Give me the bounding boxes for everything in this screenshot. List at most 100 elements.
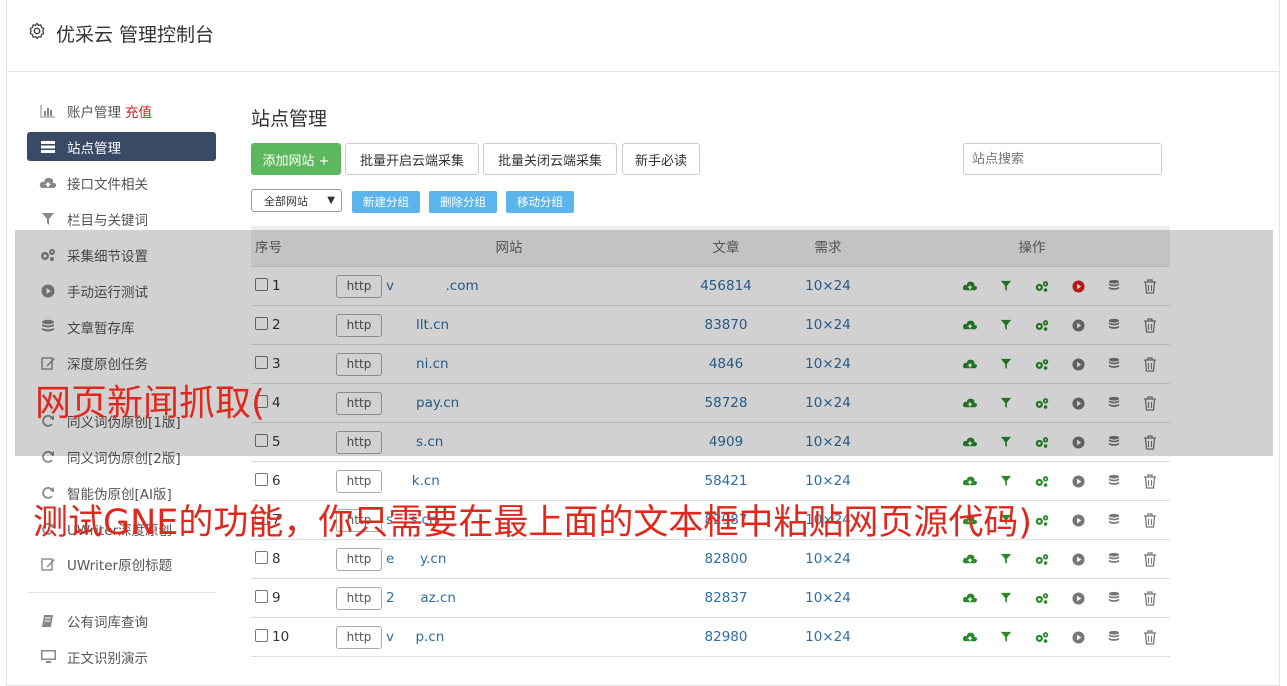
- database-icon[interactable]: [1096, 627, 1132, 647]
- batch-close-cloud-button[interactable]: 批量关闭云端采集: [483, 143, 617, 175]
- gear-icon: [29, 22, 45, 40]
- row-checkbox[interactable]: [255, 473, 268, 486]
- cloud-upload-icon[interactable]: [952, 471, 988, 491]
- sidebar-item-sites[interactable]: 站点管理: [27, 132, 216, 161]
- cloud-upload-icon[interactable]: [952, 549, 988, 569]
- row-actions: [894, 617, 1170, 657]
- row-checkbox[interactable]: [255, 590, 268, 603]
- sidebar-item-label: 站点管理: [67, 140, 121, 157]
- trash-icon[interactable]: [1132, 627, 1168, 647]
- filter-icon[interactable]: [988, 588, 1024, 608]
- caption-line-2: 测试GNE的功能，你只需要在最上面的文本框中粘贴网页源代码): [33, 503, 1033, 543]
- demand-value[interactable]: 10×24: [762, 578, 894, 618]
- sidebar-item-interface-files[interactable]: 接口文件相关: [27, 168, 216, 197]
- article-count[interactable]: 82800: [690, 539, 762, 579]
- sidebar-item-label: 接口文件相关: [67, 176, 148, 193]
- row-no: 10: [272, 629, 290, 645]
- trash-icon[interactable]: [1132, 471, 1168, 491]
- chevron-down-icon: ▼: [327, 195, 335, 206]
- protocol-badge[interactable]: http: [336, 625, 382, 649]
- cloud-upload-icon: [37, 176, 59, 190]
- table-row: 10 http v p.cn 82980 10×24: [251, 617, 1170, 657]
- batch-open-cloud-button[interactable]: 批量开启云端采集: [345, 143, 479, 175]
- new-group-button[interactable]: 新建分组: [352, 191, 420, 213]
- move-group-button[interactable]: 移动分组: [506, 191, 574, 213]
- sidebar-item-label: 栏目与关键词: [67, 212, 148, 229]
- cogs-icon[interactable]: [1024, 627, 1060, 647]
- site-url-link[interactable]: k.cn: [386, 473, 440, 489]
- protocol-badge[interactable]: http: [336, 547, 382, 571]
- demand-value[interactable]: 10×24: [762, 617, 894, 657]
- database-icon[interactable]: [1096, 471, 1132, 491]
- article-count[interactable]: 82980: [690, 617, 762, 657]
- sidebar-item-label: 公有词库查询: [67, 614, 148, 631]
- filter-icon[interactable]: [988, 549, 1024, 569]
- play-circle-icon[interactable]: [1060, 627, 1096, 647]
- cloud-upload-icon[interactable]: [952, 588, 988, 608]
- database-icon[interactable]: [1096, 549, 1132, 569]
- book-icon: [37, 614, 59, 628]
- site-url-link[interactable]: 2 az.cn: [386, 590, 456, 606]
- database-icon[interactable]: [1096, 510, 1132, 530]
- article-count[interactable]: 82837: [690, 578, 762, 618]
- cloud-upload-icon[interactable]: [952, 627, 988, 647]
- sidebar-item-public-lexicon[interactable]: 公有词库查询: [27, 606, 216, 635]
- sidebar-item-account[interactable]: 账户管理 充值: [27, 96, 216, 125]
- demand-value[interactable]: 10×24: [762, 539, 894, 579]
- group-select-value: 全部网站: [264, 194, 308, 208]
- edit-icon: [37, 557, 59, 571]
- cogs-icon[interactable]: [1024, 471, 1060, 491]
- caption-line-1: 网页新闻抓取(: [35, 383, 266, 424]
- row-site-cell: http e y.cn: [328, 539, 690, 579]
- sidebar-divider: [27, 592, 216, 593]
- row-site-cell: http 2 az.cn: [328, 578, 690, 618]
- site-search-input[interactable]: [963, 143, 1162, 175]
- sidebar-item-label: UWriter原创标题: [67, 557, 173, 574]
- app-title: 优采云 管理控制台: [56, 24, 215, 46]
- recharge-link[interactable]: 充值: [125, 101, 152, 121]
- row-no: 6: [272, 473, 281, 489]
- row-no-cell: 9: [251, 578, 328, 618]
- sidebar-item-label: 正文识别演示: [67, 650, 148, 667]
- sidebar-item-columns-keywords[interactable]: 栏目与关键词: [27, 204, 216, 233]
- monitor-icon: [37, 649, 59, 664]
- site-url-link[interactable]: e y.cn: [386, 551, 446, 567]
- filter-icon: [37, 212, 59, 226]
- protocol-badge[interactable]: http: [336, 586, 382, 610]
- row-checkbox[interactable]: [255, 551, 268, 564]
- sidebar-item-text-recognition[interactable]: 正文识别演示: [27, 642, 216, 671]
- play-circle-icon[interactable]: [1060, 588, 1096, 608]
- row-actions: [894, 578, 1170, 618]
- server-list-icon: [37, 140, 59, 154]
- cogs-icon[interactable]: [1024, 549, 1060, 569]
- sidebar-item-label: 账户管理: [67, 104, 121, 121]
- guide-button[interactable]: 新手必读: [622, 143, 700, 175]
- row-no: 9: [272, 590, 281, 606]
- sidebar-item-uwriter-title[interactable]: UWriter原创标题: [27, 549, 216, 578]
- protocol-badge[interactable]: http: [336, 469, 382, 493]
- add-site-button[interactable]: 添加网站 +: [251, 143, 341, 175]
- row-checkbox[interactable]: [255, 629, 268, 642]
- row-site-cell: http v p.cn: [328, 617, 690, 657]
- trash-icon[interactable]: [1132, 510, 1168, 530]
- table-row: 9 http 2 az.cn 82837 10×24: [251, 578, 1170, 618]
- database-icon[interactable]: [1096, 588, 1132, 608]
- site-url-link[interactable]: v p.cn: [386, 629, 444, 645]
- trash-icon[interactable]: [1132, 588, 1168, 608]
- row-no: 8: [272, 551, 281, 567]
- trash-icon[interactable]: [1132, 549, 1168, 569]
- cogs-icon[interactable]: [1024, 588, 1060, 608]
- delete-group-button[interactable]: 删除分组: [429, 191, 497, 213]
- filter-icon[interactable]: [988, 627, 1024, 647]
- bar-chart-icon: [37, 104, 59, 118]
- row-no-cell: 10: [251, 617, 328, 657]
- top-header: 优采云 管理控制台: [6, 0, 1280, 72]
- play-circle-icon[interactable]: [1060, 471, 1096, 491]
- row-actions: [894, 539, 1170, 579]
- filter-icon[interactable]: [988, 471, 1024, 491]
- group-select[interactable]: 全部网站 ▼: [251, 189, 342, 212]
- row-no-cell: 8: [251, 539, 328, 579]
- play-circle-icon[interactable]: [1060, 510, 1096, 530]
- table-row: 8 http e y.cn 82800 10×24: [251, 539, 1170, 579]
- play-circle-icon[interactable]: [1060, 549, 1096, 569]
